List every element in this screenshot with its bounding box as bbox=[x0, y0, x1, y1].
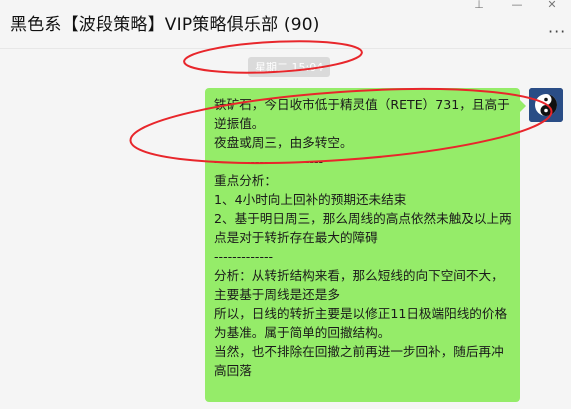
message-bubble[interactable]: 铁矿石，今日收市低于精灵值（RETE）731，且高于逆振值。 夜盘或周三，由多转… bbox=[205, 88, 520, 402]
taiji-avatar-icon bbox=[529, 88, 563, 122]
message-timestamp: 星期二 15:04 bbox=[248, 57, 331, 77]
minimize-icon[interactable]: — bbox=[508, 0, 526, 14]
pin-icon[interactable]: ⊥ bbox=[470, 0, 488, 14]
chat-header: 黑色系【波段策略】VIP策略俱乐部 (90) ⊥ — ✕ ··· bbox=[0, 0, 571, 49]
close-icon[interactable]: ✕ bbox=[543, 0, 561, 14]
bubble-tail bbox=[520, 100, 526, 112]
more-icon[interactable]: ··· bbox=[548, 22, 566, 41]
sender-avatar[interactable] bbox=[529, 88, 563, 122]
chat-title: 黑色系【波段策略】VIP策略俱乐部 (90) bbox=[10, 15, 320, 35]
